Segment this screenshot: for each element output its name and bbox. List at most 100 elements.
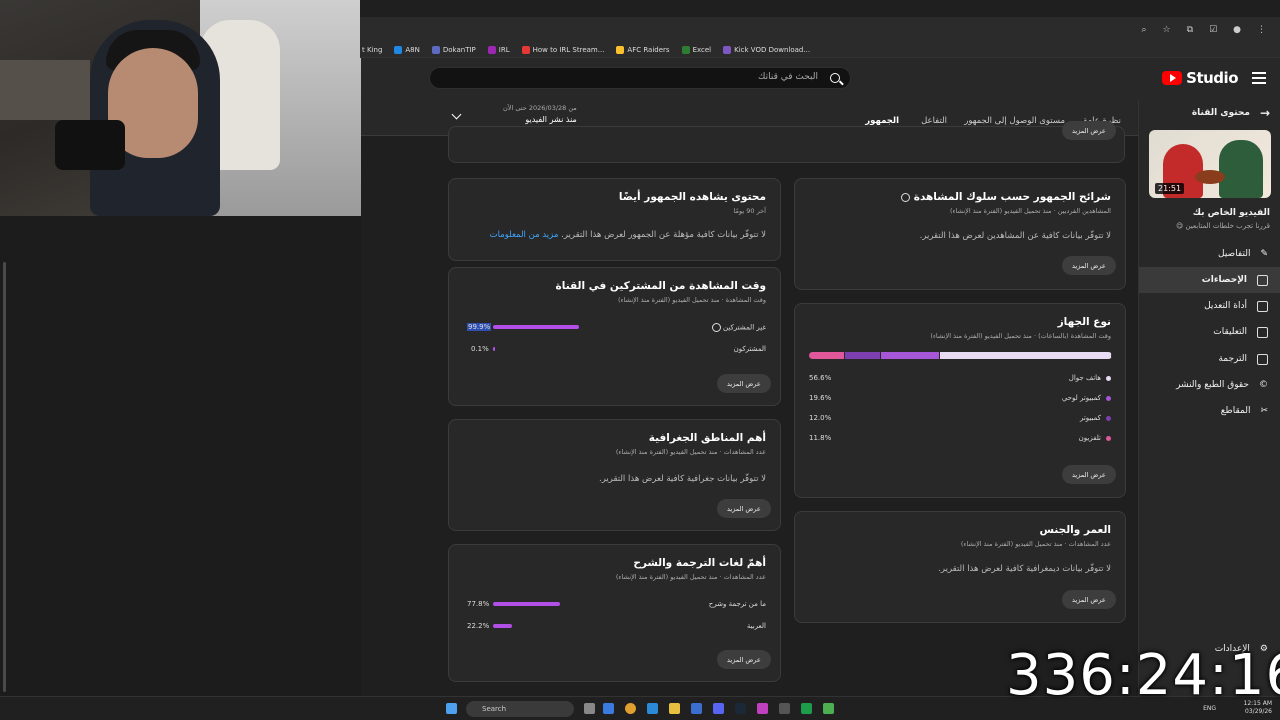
see-more-button[interactable]: عرض المزيد — [1062, 121, 1116, 140]
row-label: ما من ترجمة وشرح — [708, 600, 766, 608]
see-more-button[interactable]: عرض المزيد — [1062, 256, 1116, 275]
store-icon[interactable] — [691, 703, 702, 714]
taskbar-search[interactable]: Search — [466, 701, 574, 717]
bookmarks-bar: t King A8N DokanTIP IRL How to IRL Strea… — [360, 42, 1280, 58]
row-label: العربية — [746, 622, 766, 630]
search-icon[interactable] — [830, 73, 840, 83]
sidebar-item-label: التفاصيل — [1218, 249, 1251, 259]
bookmark[interactable]: AFC Raiders — [616, 45, 670, 54]
sidebar-item-comments[interactable]: التعليقات — [1139, 319, 1280, 345]
minecraft-icon[interactable] — [823, 703, 834, 714]
sidebar-item-editor[interactable]: أداة التعديل — [1139, 293, 1280, 319]
bookmark[interactable]: Kick VOD Download... — [723, 45, 810, 54]
date-range-picker[interactable]: من 2026/03/28 حتى الآن منذ نشر الفيديو — [503, 104, 577, 124]
sidebar-item-label: الترجمة — [1218, 354, 1247, 364]
device-stacked-bar — [809, 352, 1112, 359]
start-icon[interactable] — [446, 703, 457, 714]
row-percent: 19.6% — [809, 394, 832, 402]
chevron-down-icon[interactable] — [451, 109, 462, 120]
bookmark[interactable]: A8N — [394, 45, 420, 54]
app-icon[interactable] — [757, 703, 768, 714]
bookmark[interactable]: IRL — [487, 45, 510, 54]
pencil-icon: ✎ — [1260, 249, 1268, 259]
clock-date: 03/29/26 — [1245, 708, 1272, 715]
logo-text: Studio — [1186, 69, 1238, 87]
studio-logo[interactable]: Studio — [1162, 69, 1238, 87]
learn-more-link[interactable]: مزيد من المعلومات — [490, 230, 559, 240]
bookmark[interactable]: Excel — [681, 45, 711, 54]
browser-titlebar — [360, 0, 1280, 18]
sidebar-item-clips[interactable]: المقاطع ✂ — [1139, 398, 1280, 424]
video-thumbnail[interactable]: 21:51 — [1149, 130, 1271, 198]
tab-engagement[interactable]: التفاعل — [921, 116, 947, 126]
obs-icon[interactable] — [779, 703, 790, 714]
see-more-button[interactable]: عرض المزيد — [1062, 590, 1116, 609]
extensions-icon[interactable]: ⧉ — [1187, 25, 1193, 35]
scrollbar[interactable] — [3, 262, 6, 692]
tab-audience[interactable]: الجمهور — [865, 116, 899, 126]
edge-icon[interactable] — [647, 703, 658, 714]
bookmark[interactable]: DokanTIP — [431, 45, 476, 54]
row-percent: 22.2% — [467, 622, 490, 630]
back-to-content[interactable]: → محتوى القناة — [1192, 106, 1270, 120]
sidebar-item-copyright[interactable]: حقوق الطبع والنشر © — [1139, 372, 1280, 398]
video-title: قررنا تجرب خلطات المتابعين 😋 — [1175, 222, 1270, 230]
subtitle-languages-card: أهمّ لغات الترجمة والشرح عدد المشاهدات ·… — [448, 544, 781, 682]
legend-dot — [1106, 396, 1111, 401]
profile-icon[interactable]: ● — [1233, 25, 1241, 35]
steam-icon[interactable] — [735, 703, 746, 714]
folder-icon[interactable] — [669, 703, 680, 714]
percent-bar — [493, 347, 495, 351]
bookmark[interactable]: t King — [362, 46, 382, 54]
excel-icon[interactable] — [801, 703, 812, 714]
row-percent: 12.0% — [809, 414, 832, 422]
row-percent: 11.8% — [809, 434, 832, 442]
app-icon[interactable] — [603, 703, 614, 714]
browser-toolbar: ⌕ ☆ ⧉ ☑ ● ⋮ — [360, 18, 1280, 42]
see-more-button[interactable]: عرض المزيد — [717, 374, 771, 393]
menu-icon[interactable] — [1252, 72, 1266, 84]
row-label: المشتركون — [733, 345, 766, 353]
device-segment — [881, 352, 941, 359]
star-icon[interactable]: ☆ — [1163, 25, 1171, 35]
see-more-button[interactable]: عرض المزيد — [1062, 465, 1116, 484]
empty-message: لا تتوفّر بيانات ديمغرافية كافية لعرض هذ… — [938, 564, 1111, 574]
see-more-button[interactable]: عرض المزيد — [717, 650, 771, 669]
card-title: العمر والجنس — [1039, 524, 1111, 536]
discord-icon[interactable] — [713, 703, 724, 714]
row-label: هاتف جوال — [1068, 374, 1101, 382]
more-icon[interactable]: ⋮ — [1257, 25, 1266, 35]
task-view-icon[interactable] — [584, 703, 595, 714]
subscribers-watchtime-card: وقت المشاهدة من المشتركين في القناة وقت … — [448, 267, 781, 406]
webcam-overlay — [0, 0, 361, 216]
info-icon[interactable] — [901, 192, 911, 202]
date-range-label: منذ نشر الفيديو — [525, 115, 577, 124]
see-more-button[interactable]: عرض المزيد — [717, 499, 771, 518]
row-percent: 0.1% — [471, 345, 489, 353]
sidebar-item-label: الإحصاءات — [1201, 275, 1247, 285]
tab-reach[interactable]: مستوى الوصول إلى الجمهور — [964, 116, 1065, 126]
card-title: أهمّ لغات الترجمة والشرح — [633, 557, 766, 569]
card-title: أهم المناطق الجغرافية — [648, 432, 766, 444]
card-title: وقت المشاهدة من المشتركين في القناة — [555, 280, 766, 292]
chrome-icon[interactable] — [625, 703, 636, 714]
row-label: كمبيوتر — [1079, 414, 1101, 422]
card-title: نوع الجهاز — [1057, 316, 1111, 328]
row-label: غير المشتركين — [711, 323, 766, 332]
sidebar-item-analytics[interactable]: الإحصاءات — [1139, 267, 1280, 293]
arrow-right-icon[interactable]: → — [1260, 106, 1270, 120]
search-input[interactable]: البحث في قناتك — [429, 67, 851, 89]
tasks-icon[interactable]: ☑ — [1209, 25, 1217, 35]
analytics-content: عرض المزيد شرائح الجمهور حسب سلوك المشاه… — [361, 121, 1138, 696]
bookmark[interactable]: How to IRL Stream... — [521, 45, 604, 54]
editor-icon — [1257, 300, 1268, 312]
empty-message: لا تتوفّر بيانات جغرافية كافية لعرض هذا … — [599, 474, 766, 484]
card-title: محتوى يشاهده الجمهور أيضًا — [618, 191, 766, 203]
info-icon[interactable] — [711, 323, 721, 332]
row-label: كمبيوتر لوحي — [1061, 394, 1101, 402]
zoom-icon[interactable]: ⌕ — [1142, 25, 1147, 35]
sidebar-item-subtitles[interactable]: الترجمة — [1139, 346, 1280, 372]
empty-message: لا تتوفّر بيانات كافية مؤهلة عن الجمهور … — [489, 230, 766, 240]
sidebar-item-details[interactable]: التفاصيل ✎ — [1139, 241, 1280, 267]
card-subtitle: آخر 90 يومًا — [733, 207, 766, 215]
